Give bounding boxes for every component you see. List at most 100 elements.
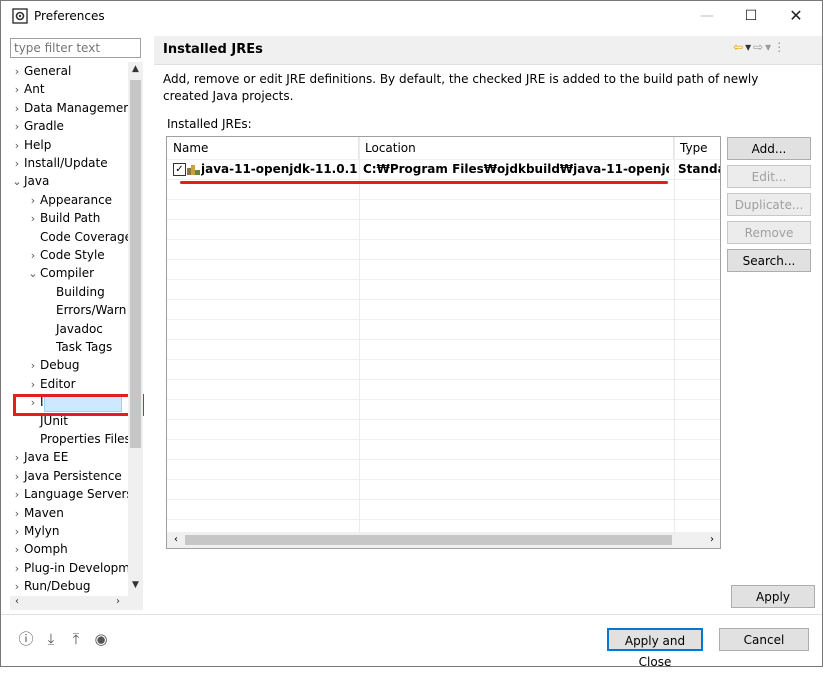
chevron-right-icon[interactable]: › xyxy=(10,468,24,486)
scroll-up-icon[interactable]: ▲ xyxy=(130,64,141,78)
tree-item[interactable]: › Data Managemer xyxy=(10,99,128,117)
tree-item[interactable]: › Editor xyxy=(26,375,76,393)
chevron-right-icon[interactable]: › xyxy=(10,81,24,99)
chevron-down-icon[interactable]: ▾ xyxy=(745,40,753,54)
tree-item[interactable]: › Gradle xyxy=(10,117,64,135)
scroll-down-icon[interactable]: ▼ xyxy=(130,580,141,594)
tree-item-label: Run/Debug xyxy=(24,579,91,594)
table-label: Installed JREs: xyxy=(167,117,252,131)
tree-item-label: Javadoc xyxy=(56,321,103,336)
chevron-right-icon[interactable]: › xyxy=(26,376,40,394)
chevron-right-icon[interactable]: › xyxy=(10,486,24,504)
scroll-right-icon[interactable]: › xyxy=(705,532,719,548)
close-button[interactable]: ✕ xyxy=(773,0,819,32)
help-icon[interactable]: ⓘ xyxy=(17,630,35,648)
tree-item[interactable]: › Java EE xyxy=(10,448,69,467)
back-arrow-icon[interactable]: ⇦ xyxy=(733,40,745,54)
apply-and-close-button[interactable]: Apply and Close xyxy=(607,628,703,669)
tree-item[interactable]: Errors/Warn xyxy=(42,301,126,319)
edit-button[interactable]: Edit... xyxy=(727,165,811,188)
export-icon[interactable]: ⤒ xyxy=(67,630,85,648)
tree-item-label: Plug-in Developm xyxy=(24,560,130,575)
forward-arrow-icon[interactable]: ⇨ xyxy=(753,40,765,54)
tree-item[interactable]: Javadoc xyxy=(42,320,103,338)
tree-item[interactable]: › Plug-in Developm xyxy=(10,559,130,577)
duplicate-button[interactable]: Duplicate... xyxy=(727,193,811,216)
filter-input[interactable] xyxy=(10,38,141,58)
chevron-right-icon[interactable]: › xyxy=(10,100,24,118)
tree-item[interactable]: › Oomph xyxy=(10,540,68,558)
column-header-name[interactable]: Name xyxy=(167,137,359,159)
add-button[interactable]: Add... xyxy=(727,137,811,160)
chevron-right-icon[interactable]: › xyxy=(10,137,24,155)
tree-item[interactable]: ⌄ Compiler xyxy=(26,264,94,282)
chevron-down-icon[interactable]: ⌄ xyxy=(26,265,40,283)
tree-item[interactable]: › Appearance xyxy=(26,191,112,209)
chevron-right-icon[interactable]: › xyxy=(10,63,24,81)
tree-item[interactable]: › Install/Update xyxy=(10,154,108,172)
chevron-down-icon[interactable]: ▾ xyxy=(765,40,773,54)
tree-item[interactable]: › Help xyxy=(10,136,52,155)
tree-item[interactable]: › Mylyn xyxy=(10,522,60,540)
chevron-right-icon[interactable]: › xyxy=(10,541,24,559)
cancel-button[interactable]: Cancel xyxy=(719,628,809,651)
tree-item[interactable]: › Run/Debug xyxy=(10,577,91,595)
chevron-right-icon[interactable]: › xyxy=(10,578,24,596)
tree-item-label: Java Persistence xyxy=(24,468,122,483)
window-title: Preferences xyxy=(34,9,105,23)
tree-item-label: Properties Files xyxy=(40,432,131,446)
maximize-button[interactable]: ☐ xyxy=(728,0,774,32)
tree-item[interactable]: › Java Persistence xyxy=(10,467,122,485)
chevron-right-icon[interactable]: › xyxy=(10,523,24,541)
preferences-tree: › General › Ant › Data Managemer › Gradle › Help ›… xyxy=(10,62,145,596)
table-scroll-thumb[interactable] xyxy=(185,535,672,545)
chevron-right-icon[interactable]: › xyxy=(10,155,24,173)
jre-row-name[interactable]: java-11-openjdk-11.0.12-... xyxy=(201,159,357,179)
import-icon[interactable]: ⤓ xyxy=(42,630,60,648)
jre-row-type[interactable]: Standar xyxy=(678,159,720,179)
chevron-right-icon[interactable]: › xyxy=(26,247,40,265)
tree-item[interactable]: Building xyxy=(42,283,105,301)
scroll-right-icon[interactable]: › xyxy=(111,596,125,610)
tree-item[interactable]: › Ant xyxy=(10,80,45,98)
tree-item-label: Data Managemer xyxy=(24,100,129,115)
chevron-right-icon[interactable]: › xyxy=(26,210,40,228)
tree-item[interactable]: Code Coverage xyxy=(26,228,132,246)
column-header-location[interactable]: Location xyxy=(359,137,674,159)
chevron-right-icon[interactable]: › xyxy=(10,118,24,136)
more-icon[interactable]: ⋮ xyxy=(773,40,787,54)
tree-item-label: Gradle xyxy=(24,119,64,134)
tree-item-label: Appearance xyxy=(40,192,113,207)
chevron-right-icon[interactable]: › xyxy=(10,505,24,523)
column-header-type[interactable]: Type xyxy=(674,137,721,159)
remove-button[interactable]: Remove xyxy=(727,221,811,244)
jre-checkbox[interactable]: ✓ xyxy=(173,163,186,176)
preferences-app-icon xyxy=(12,8,28,24)
tree-item[interactable]: › Language Servers xyxy=(10,485,133,503)
tree-item-label: Task Tags xyxy=(56,340,113,354)
tree-item[interactable]: › Maven xyxy=(10,504,64,522)
tree-scroll-thumb[interactable] xyxy=(130,80,141,448)
tree-item[interactable]: Task Tags xyxy=(42,338,112,356)
search-button[interactable]: Search... xyxy=(727,249,811,272)
chevron-right-icon[interactable]: › xyxy=(26,357,40,375)
chevron-right-icon[interactable]: › xyxy=(10,560,24,578)
record-icon[interactable]: ◉ xyxy=(92,630,110,648)
highlight-box xyxy=(13,394,144,416)
scroll-left-icon[interactable]: ‹ xyxy=(169,532,183,548)
scroll-left-icon[interactable]: ‹ xyxy=(10,596,24,610)
minimize-button[interactable]: — xyxy=(684,0,730,32)
apply-button[interactable]: Apply xyxy=(731,585,815,608)
tree-item-label: Building xyxy=(56,284,105,299)
tree-item[interactable]: › General xyxy=(10,62,72,81)
tree-item[interactable]: › Build Path xyxy=(26,209,101,228)
jre-row-location[interactable]: C:₩Program Files₩ojdkbuild₩java-11-openj… xyxy=(363,159,669,179)
tree-item[interactable]: › Debug xyxy=(26,356,80,375)
chevron-right-icon[interactable]: › xyxy=(26,192,40,210)
tree-item[interactable]: Properties Files xyxy=(26,430,131,448)
chevron-down-icon[interactable]: ⌄ xyxy=(10,173,24,191)
table-horizontal-scrollbar[interactable]: ‹ › xyxy=(167,532,720,548)
tree-item[interactable]: ⌄ Java xyxy=(10,172,49,190)
tree-item[interactable]: › Code Style xyxy=(26,246,105,264)
chevron-right-icon[interactable]: › xyxy=(10,449,24,467)
